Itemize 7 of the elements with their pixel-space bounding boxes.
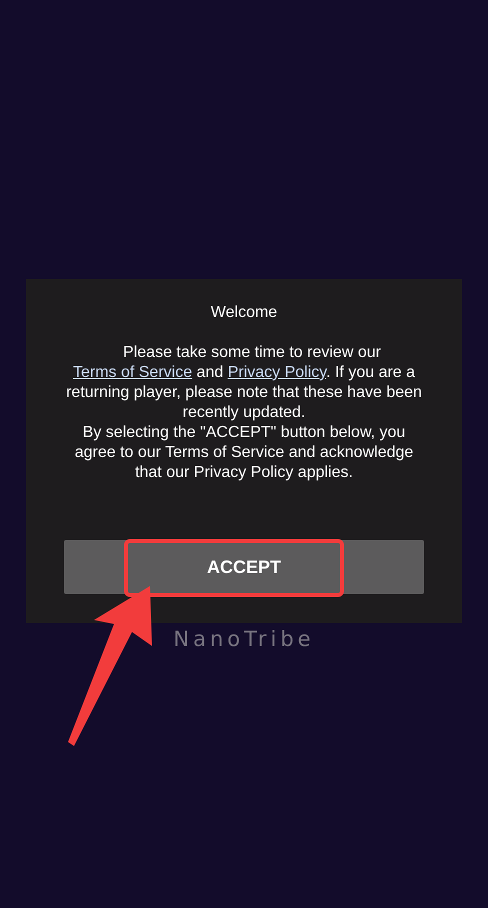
dialog-title: Welcome <box>210 303 278 323</box>
policy-link[interactable]: Privacy Policy <box>228 364 326 381</box>
accept-button[interactable]: ACCEPT <box>64 540 424 594</box>
consent-notice: By selecting the "ACCEPT" button below, you agree to our Terms of Service and acknowledge that our Privacy Policy applies. <box>74 423 414 483</box>
brand-name: NanoTribe <box>173 627 315 651</box>
review-message: Please take some time to review our Terms of Service and Privacy Policy. If you are a returning player, please note that these have been recently updated. <box>65 343 423 423</box>
policy-link[interactable]: Terms of Service <box>72 364 192 381</box>
